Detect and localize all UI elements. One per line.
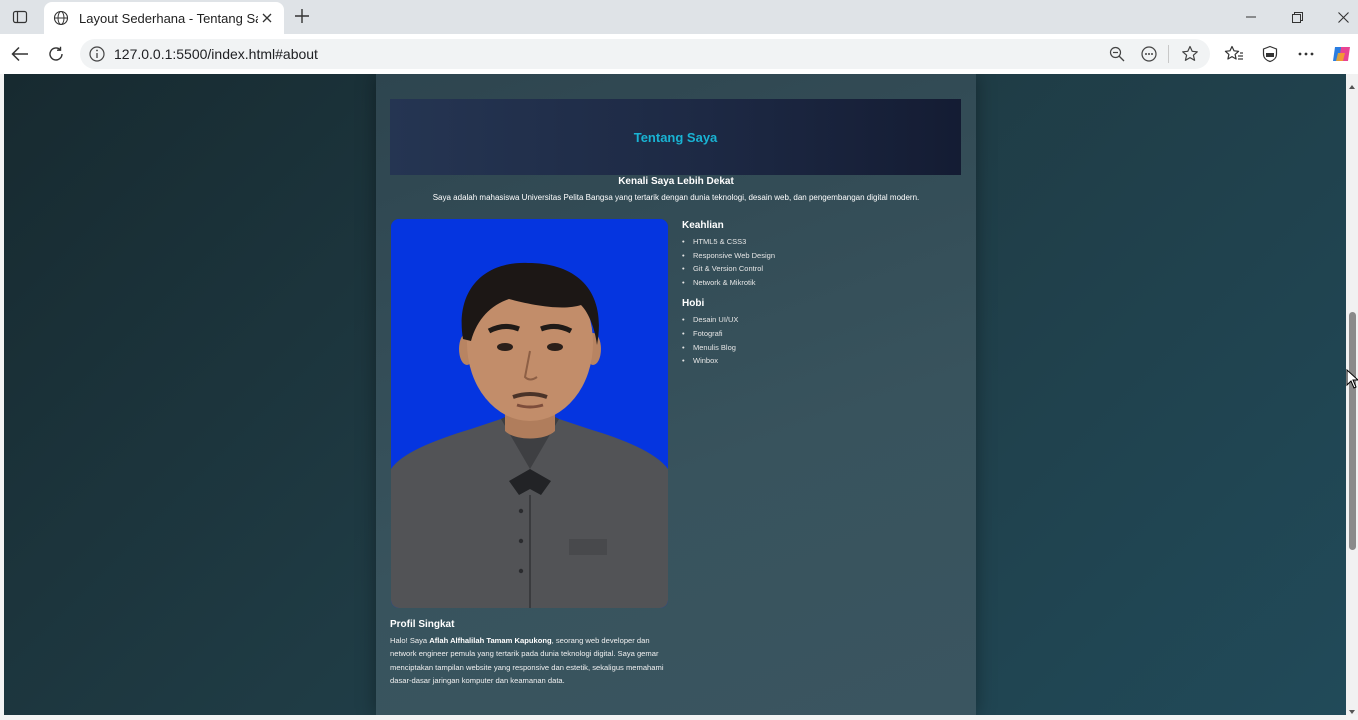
info-icon[interactable]: [88, 45, 106, 63]
tab-actions-icon[interactable]: [6, 4, 34, 30]
hobby-item: Menulis Blog: [682, 341, 962, 355]
profile-summary: Profil Singkat Halo! Saya Aflah Alfhalil…: [390, 619, 670, 688]
mouse-cursor-icon: [1346, 368, 1358, 389]
hobby-item: Desain UI/UX: [682, 313, 962, 327]
section-subtitle: Kenali Saya Lebih Dekat: [618, 176, 734, 187]
minimize-icon[interactable]: [1228, 0, 1274, 34]
skill-item: HTML5 & CSS3: [682, 235, 962, 249]
skill-item: Git & Version Control: [682, 262, 962, 276]
tab-title: Layout Sederhana - Tentang Saya: [79, 10, 258, 26]
zoom-out-icon[interactable]: [1107, 44, 1127, 64]
globe-icon: [52, 9, 70, 27]
skill-item: Responsive Web Design: [682, 249, 962, 263]
profile-text: Halo! Saya Aflah Alfhalilah Tamam Kapuko…: [390, 634, 670, 688]
about-section: Tentang Saya Kenali Saya Lebih Dekat Say…: [376, 74, 976, 715]
skills-heading: Keahlian: [682, 220, 724, 231]
browser-essentials-icon[interactable]: [1256, 40, 1284, 68]
url-text[interactable]: 127.0.0.1:5500/index.html#about: [114, 46, 318, 62]
profile-heading: Profil Singkat: [390, 619, 455, 630]
copilot-icon[interactable]: [1328, 40, 1356, 68]
plus-icon[interactable]: [290, 4, 314, 28]
intro-text: Saya adalah mahasiswa Universitas Pelita…: [432, 193, 920, 202]
profile-photo: [391, 219, 668, 608]
address-bar[interactable]: 127.0.0.1:5500/index.html#about: [80, 39, 1210, 69]
window-bottom-edge: [0, 715, 1358, 720]
scroll-down-icon[interactable]: [1348, 703, 1356, 714]
window-close-icon[interactable]: [1320, 0, 1358, 34]
read-aloud-icon[interactable]: [1139, 44, 1159, 64]
more-icon[interactable]: [1292, 40, 1320, 68]
page-viewport: Tentang Saya Kenali Saya Lebih Dekat Say…: [4, 74, 1346, 715]
scroll-up-icon[interactable]: [1348, 78, 1356, 89]
favorites-icon[interactable]: [1220, 40, 1248, 68]
hobbies-list: Desain UI/UX Fotografi Menulis Blog Winb…: [682, 313, 962, 367]
browser-toolbar: 127.0.0.1:5500/index.html#about: [0, 34, 1358, 74]
restore-icon[interactable]: [1274, 0, 1320, 34]
tab-strip: Layout Sederhana - Tentang Saya: [0, 0, 1358, 34]
scroll-thumb[interactable]: [1349, 312, 1356, 550]
hobby-item: Fotografi: [682, 327, 962, 341]
hero-banner: Tentang Saya: [390, 99, 961, 175]
skills-hobbies-panel: Keahlian HTML5 & CSS3 Responsive Web Des…: [682, 220, 962, 377]
browser-tab[interactable]: Layout Sederhana - Tentang Saya: [44, 2, 284, 34]
skills-list: HTML5 & CSS3 Responsive Web Design Git &…: [682, 235, 962, 289]
profile-prefix: Halo! Saya: [390, 636, 430, 645]
close-icon[interactable]: [258, 9, 276, 27]
hero-title: Tentang Saya: [633, 129, 718, 145]
hobby-item: Winbox: [682, 354, 962, 368]
favorite-star-icon[interactable]: [1180, 44, 1200, 64]
page-scrollbar[interactable]: [1346, 74, 1358, 715]
hobbies-heading: Hobi: [682, 298, 705, 310]
skill-item: Network & Mikrotik: [682, 276, 962, 290]
separator: [1168, 45, 1169, 63]
back-icon[interactable]: [6, 40, 34, 68]
reload-icon[interactable]: [42, 40, 70, 68]
profile-name: Aflah Alfhalilah Tamam Kapukong: [429, 636, 552, 645]
